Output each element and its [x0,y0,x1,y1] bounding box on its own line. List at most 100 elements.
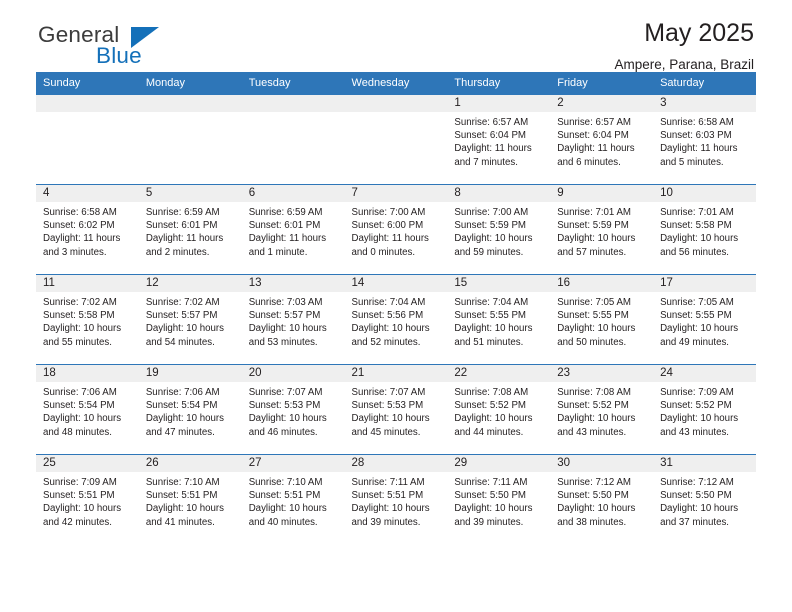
sunrise-text: Sunrise: 7:12 AM [557,477,631,488]
day-details: Sunrise: 7:12 AM Sunset: 5:50 PM Daylight:… [550,472,653,529]
calendar-day-cell[interactable]: 20 Sunrise: 7:07 AM Sunset: 5:53 PM Dayligh… [241,364,345,455]
calendar-day-cell[interactable]: 7 Sunrise: 7:00 AM Sunset: 6:00 PM Daylight… [344,184,448,275]
calendar-day-cell[interactable]: 25 Sunrise: 7:09 AM Sunset: 5:51 PM Dayligh… [36,454,139,544]
calendar-day-cell[interactable]: 29 Sunrise: 7:11 AM Sunset: 5:50 PM Dayligh… [447,454,551,544]
day-number: 30 [550,455,654,472]
calendar-day-cell[interactable]: 1 Sunrise: 6:57 AM Sunset: 6:04 PM Daylight… [447,94,551,185]
sunrise-text: Sunrise: 7:05 AM [557,297,631,308]
calendar-day-cell[interactable]: 17 Sunrise: 7:05 AM Sunset: 5:55 PM Dayligh… [653,274,756,365]
sunrise-text: Sunrise: 7:11 AM [454,477,528,488]
calendar-day-cell[interactable]: 31 Sunrise: 7:12 AM Sunset: 5:50 PM Dayligh… [653,454,756,544]
calendar-day-cell[interactable]: 21 Sunrise: 7:07 AM Sunset: 5:53 PM Dayligh… [344,364,448,455]
sunrise-text: Sunrise: 6:58 AM [43,207,117,218]
sunset-text: Sunset: 5:50 PM [454,490,526,502]
day-cell-inner: 21 Sunrise: 7:07 AM Sunset: 5:53 PM Dayligh… [344,365,448,454]
sunrise-text: Sunrise: 7:02 AM [145,297,220,308]
daylight-text: Daylight: 11 hours and 0 minutes. [351,233,429,258]
calendar-day-cell[interactable]: 3 Sunrise: 6:58 AM Sunset: 6:03 PM Daylight… [653,94,756,185]
sunrise-text: Sunrise: 6:59 AM [248,207,323,218]
day-details: Sunrise: 7:05 AM Sunset: 5:55 PM Daylight:… [550,292,653,349]
calendar-day-cell[interactable]: 11 Sunrise: 7:02 AM Sunset: 5:58 PM Dayligh… [36,274,139,365]
calendar-day-cell[interactable]: 24 Sunrise: 7:09 AM Sunset: 5:52 PM Dayligh… [653,364,756,455]
day-details: Sunrise: 7:07 AM Sunset: 5:53 PM Daylight:… [345,382,448,439]
sunset-text: Sunset: 5:58 PM [43,310,115,322]
sunrise-text: Sunrise: 7:04 AM [351,297,426,308]
daylight-text: Daylight: 10 hours and 48 minutes. [43,413,122,438]
daylight-text: Daylight: 10 hours and 45 minutes. [351,413,430,438]
day-cell-inner [138,95,242,184]
calendar-day-cell[interactable]: 9 Sunrise: 7:01 AM Sunset: 5:59 PM Daylight… [550,184,654,275]
day-number: 10 [653,185,756,202]
calendar-page: General Blue May 2025 Ampere, Parana, Br… [0,0,792,612]
sunrise-text: Sunrise: 6:57 AM [557,117,631,128]
calendar-day-cell[interactable]: 19 Sunrise: 7:06 AM Sunset: 5:54 PM Dayligh… [138,364,242,455]
daylight-text: Daylight: 11 hours and 3 minutes. [43,233,121,258]
sunset-text: Sunset: 5:59 PM [454,220,526,232]
daylight-text: Daylight: 11 hours and 6 minutes. [557,143,635,168]
day-number: 21 [344,365,448,382]
calendar-day-cell[interactable]: 22 Sunrise: 7:08 AM Sunset: 5:52 PM Dayligh… [447,364,551,455]
calendar-day-cell[interactable]: 10 Sunrise: 7:01 AM Sunset: 5:58 PM Dayligh… [653,184,756,275]
day-details: Sunrise: 6:57 AM Sunset: 6:04 PM Daylight:… [447,112,550,169]
calendar-day-cell[interactable]: 26 Sunrise: 7:10 AM Sunset: 5:51 PM Dayligh… [138,454,242,544]
day-cell-inner: 29 Sunrise: 7:11 AM Sunset: 5:50 PM Dayligh… [447,455,551,544]
day-number: 8 [447,185,551,202]
sunrise-text: Sunrise: 7:06 AM [43,387,117,398]
calendar-day-cell[interactable]: 28 Sunrise: 7:11 AM Sunset: 5:51 PM Dayligh… [344,454,448,544]
weekday-header-tuesday: Tuesday [241,72,345,95]
day-number: 24 [653,365,756,382]
sunrise-text: Sunrise: 7:11 AM [351,477,425,488]
calendar-empty-cell [138,94,242,185]
calendar-week-row: 25 Sunrise: 7:09 AM Sunset: 5:51 PM Dayligh… [36,454,756,544]
day-cell-inner: 22 Sunrise: 7:08 AM Sunset: 5:52 PM Dayligh… [447,365,551,454]
day-details: Sunrise: 6:58 AM Sunset: 6:03 PM Daylight:… [653,112,756,169]
calendar-day-cell[interactable]: 23 Sunrise: 7:08 AM Sunset: 5:52 PM Dayligh… [550,364,654,455]
sunset-text: Sunset: 5:50 PM [660,490,732,502]
calendar-day-cell[interactable]: 6 Sunrise: 6:59 AM Sunset: 6:01 PM Daylight… [241,184,345,275]
calendar-day-cell[interactable]: 8 Sunrise: 7:00 AM Sunset: 5:59 PM Daylight… [447,184,551,275]
calendar-day-cell[interactable]: 12 Sunrise: 7:02 AM Sunset: 5:57 PM Dayligh… [138,274,242,365]
day-number: 29 [447,455,551,472]
daylight-text: Daylight: 10 hours and 37 minutes. [660,503,739,528]
daylight-text: Daylight: 10 hours and 42 minutes. [43,503,122,528]
calendar-day-cell[interactable]: 14 Sunrise: 7:04 AM Sunset: 5:56 PM Dayligh… [344,274,448,365]
day-cell-inner: 8 Sunrise: 7:00 AM Sunset: 5:59 PM Daylight… [447,185,551,274]
day-number: 19 [138,365,242,382]
sunset-text: Sunset: 5:51 PM [351,490,424,502]
day-cell-inner: 2 Sunrise: 6:57 AM Sunset: 6:04 PM Daylight… [550,95,654,184]
calendar-day-cell[interactable]: 30 Sunrise: 7:12 AM Sunset: 5:50 PM Dayligh… [550,454,654,544]
calendar-day-cell[interactable]: 16 Sunrise: 7:05 AM Sunset: 5:55 PM Dayligh… [550,274,654,365]
daylight-text: Daylight: 10 hours and 52 minutes. [351,323,430,348]
calendar-day-cell[interactable]: 2 Sunrise: 6:57 AM Sunset: 6:04 PM Daylight… [550,94,654,185]
day-cell-inner: 16 Sunrise: 7:05 AM Sunset: 5:55 PM Dayligh… [550,275,654,364]
day-cell-inner: 15 Sunrise: 7:04 AM Sunset: 5:55 PM Dayligh… [447,275,551,364]
sunset-text: Sunset: 5:51 PM [43,490,115,502]
day-number: 7 [344,185,448,202]
day-cell-inner [241,95,345,184]
sunset-text: Sunset: 5:57 PM [145,310,218,322]
day-details: Sunrise: 7:08 AM Sunset: 5:52 PM Daylight:… [447,382,550,439]
calendar-week-row: 4 Sunrise: 6:58 AM Sunset: 6:02 PM Daylight… [36,184,756,275]
day-details: Sunrise: 7:11 AM Sunset: 5:50 PM Daylight:… [447,472,550,529]
calendar-day-cell[interactable]: 5 Sunrise: 6:59 AM Sunset: 6:01 PM Daylight… [138,184,242,275]
calendar-day-cell[interactable]: 18 Sunrise: 7:06 AM Sunset: 5:54 PM Dayligh… [36,364,139,455]
day-cell-inner: 1 Sunrise: 6:57 AM Sunset: 6:04 PM Daylight… [447,95,551,184]
calendar-day-cell[interactable]: 27 Sunrise: 7:10 AM Sunset: 5:51 PM Dayligh… [241,454,345,544]
daylight-text: Daylight: 10 hours and 39 minutes. [351,503,430,528]
day-cell-inner: 18 Sunrise: 7:06 AM Sunset: 5:54 PM Dayligh… [36,365,139,454]
sunrise-text: Sunrise: 7:00 AM [351,207,426,218]
general-blue-logo[interactable]: General Blue [38,22,238,70]
day-details: Sunrise: 7:08 AM Sunset: 5:52 PM Daylight:… [550,382,653,439]
day-details: Sunrise: 7:06 AM Sunset: 5:54 PM Daylight:… [139,382,242,439]
calendar-day-cell[interactable]: 15 Sunrise: 7:04 AM Sunset: 5:55 PM Dayligh… [447,274,551,365]
calendar-day-cell[interactable]: 4 Sunrise: 6:58 AM Sunset: 6:02 PM Daylight… [36,184,139,275]
daylight-text: Daylight: 10 hours and 54 minutes. [145,323,224,348]
day-number: 20 [241,365,345,382]
sunrise-text: Sunrise: 7:07 AM [351,387,426,398]
day-number: 18 [36,365,139,382]
calendar-day-cell[interactable]: 13 Sunrise: 7:03 AM Sunset: 5:57 PM Dayligh… [241,274,345,365]
day-cell-inner: 26 Sunrise: 7:10 AM Sunset: 5:51 PM Dayligh… [138,455,242,544]
day-cell-inner: 23 Sunrise: 7:08 AM Sunset: 5:52 PM Dayligh… [550,365,654,454]
day-details: Sunrise: 7:05 AM Sunset: 5:55 PM Daylight:… [653,292,756,349]
sunset-text: Sunset: 6:00 PM [351,220,424,232]
